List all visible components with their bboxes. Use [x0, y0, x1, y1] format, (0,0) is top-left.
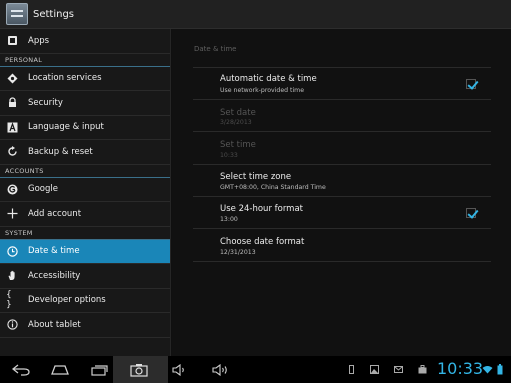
sidebar-header-personal: PERSONAL — [0, 54, 170, 67]
sidebar-item-label: Security — [28, 97, 63, 108]
setting-title: Select time zone — [220, 172, 292, 182]
date-time-pane: Date & time Automatic date & time Use ne… — [172, 29, 511, 356]
sidebar-item-label: Date & time — [28, 246, 80, 257]
setting-summary: 13:00 — [220, 216, 238, 223]
google-icon — [6, 183, 18, 195]
wifi-icon[interactable] — [482, 365, 493, 374]
setting-summary: 10:33 — [220, 152, 238, 159]
select-time-zone-setting[interactable]: Select time zone GMT+08:00, China Standa… — [193, 164, 491, 196]
setting-title: Use 24-hour format — [220, 204, 303, 214]
sidebar-item-date-time[interactable]: Date & time — [0, 239, 170, 264]
system-bar: 10:33 — [0, 356, 511, 383]
app-title: Settings — [33, 8, 75, 20]
sidebar-item-language-input[interactable]: Language & input — [0, 116, 170, 140]
sidebar-item-google[interactable]: Google — [0, 178, 170, 202]
set-date-setting[interactable]: Set date 3/28/2013 — [193, 99, 491, 131]
sidebar-item-label: Backup & reset — [28, 146, 93, 157]
volume-down-icon[interactable] — [172, 364, 188, 376]
sidebar-item-label: Add account — [28, 208, 82, 219]
mail-notification-icon[interactable] — [394, 365, 403, 374]
automatic-date-time-checkbox[interactable] — [466, 79, 476, 89]
screenshot-icon[interactable] — [130, 363, 148, 377]
language-icon — [6, 121, 18, 133]
apps-icon — [6, 35, 18, 47]
backup-icon — [6, 146, 18, 158]
sidebar-item-label: Apps — [28, 35, 50, 46]
setting-title: Set date — [220, 108, 256, 118]
image-notification-icon[interactable] — [370, 365, 379, 374]
setting-summary: 3/28/2013 — [220, 119, 252, 126]
recent-apps-icon[interactable] — [91, 364, 109, 376]
sidebar-item-about-tablet[interactable]: About tablet — [0, 313, 170, 338]
choose-date-format-setting[interactable]: Choose date format 12/31/2013 — [193, 228, 491, 262]
sidebar-header-accounts: ACCOUNTS — [0, 165, 170, 178]
sidebar-item-security[interactable]: Security — [0, 91, 170, 116]
add-icon — [6, 208, 18, 220]
home-icon[interactable] — [50, 364, 70, 376]
sidebar-header-system: SYSTEM — [0, 227, 170, 240]
sidebar-item-accessibility[interactable]: Accessibility — [0, 264, 170, 289]
briefcase-notification-icon[interactable] — [418, 365, 427, 374]
settings-sidebar: Apps PERSONAL Location services Security… — [0, 29, 171, 356]
setting-summary: 12/31/2013 — [220, 249, 256, 256]
battery-icon[interactable] — [497, 364, 503, 375]
use-24-hour-format-setting[interactable]: Use 24-hour format 13:00 — [193, 196, 491, 228]
sidebar-item-label: Accessibility — [28, 270, 81, 281]
location-icon — [6, 72, 18, 84]
sidebar-item-backup-reset[interactable]: Backup & reset — [0, 140, 170, 165]
sidebar-item-apps[interactable]: Apps — [0, 29, 170, 54]
sidebar-item-label: Language & input — [28, 122, 104, 133]
setting-summary: GMT+08:00, China Standard Time — [220, 184, 326, 191]
hand-icon — [6, 270, 18, 282]
settings-app-icon[interactable] — [6, 3, 28, 25]
setting-summary: Use network-provided time — [220, 87, 304, 94]
sidebar-item-label: About tablet — [28, 319, 81, 330]
setting-title: Choose date format — [220, 237, 305, 247]
sidebar-item-location-services[interactable]: Location services — [0, 67, 170, 91]
back-icon[interactable] — [12, 364, 30, 376]
set-time-setting[interactable]: Set time 10:33 — [193, 131, 491, 164]
action-bar: Settings — [0, 0, 511, 29]
section-title: Date & time — [194, 45, 237, 53]
clock-icon — [6, 245, 18, 257]
sidebar-item-label: Google — [28, 184, 58, 195]
sidebar-item-label: Location services — [28, 73, 102, 84]
status-clock[interactable]: 10:33 — [437, 359, 483, 378]
sidebar-item-label: Developer options — [28, 295, 106, 306]
setting-title: Set time — [220, 140, 256, 150]
automatic-date-time-setting[interactable]: Automatic date & time Use network-provid… — [193, 67, 491, 99]
usb-notification-icon[interactable] — [347, 365, 356, 374]
braces-icon: { } — [6, 290, 12, 311]
sidebar-item-add-account[interactable]: Add account — [0, 202, 170, 227]
info-icon — [6, 319, 18, 331]
volume-up-icon[interactable] — [212, 364, 230, 376]
sidebar-item-developer-options[interactable]: { } Developer options — [0, 289, 170, 313]
lock-icon — [6, 97, 18, 109]
setting-title: Automatic date & time — [220, 74, 317, 84]
use-24-hour-format-checkbox[interactable] — [466, 208, 476, 218]
